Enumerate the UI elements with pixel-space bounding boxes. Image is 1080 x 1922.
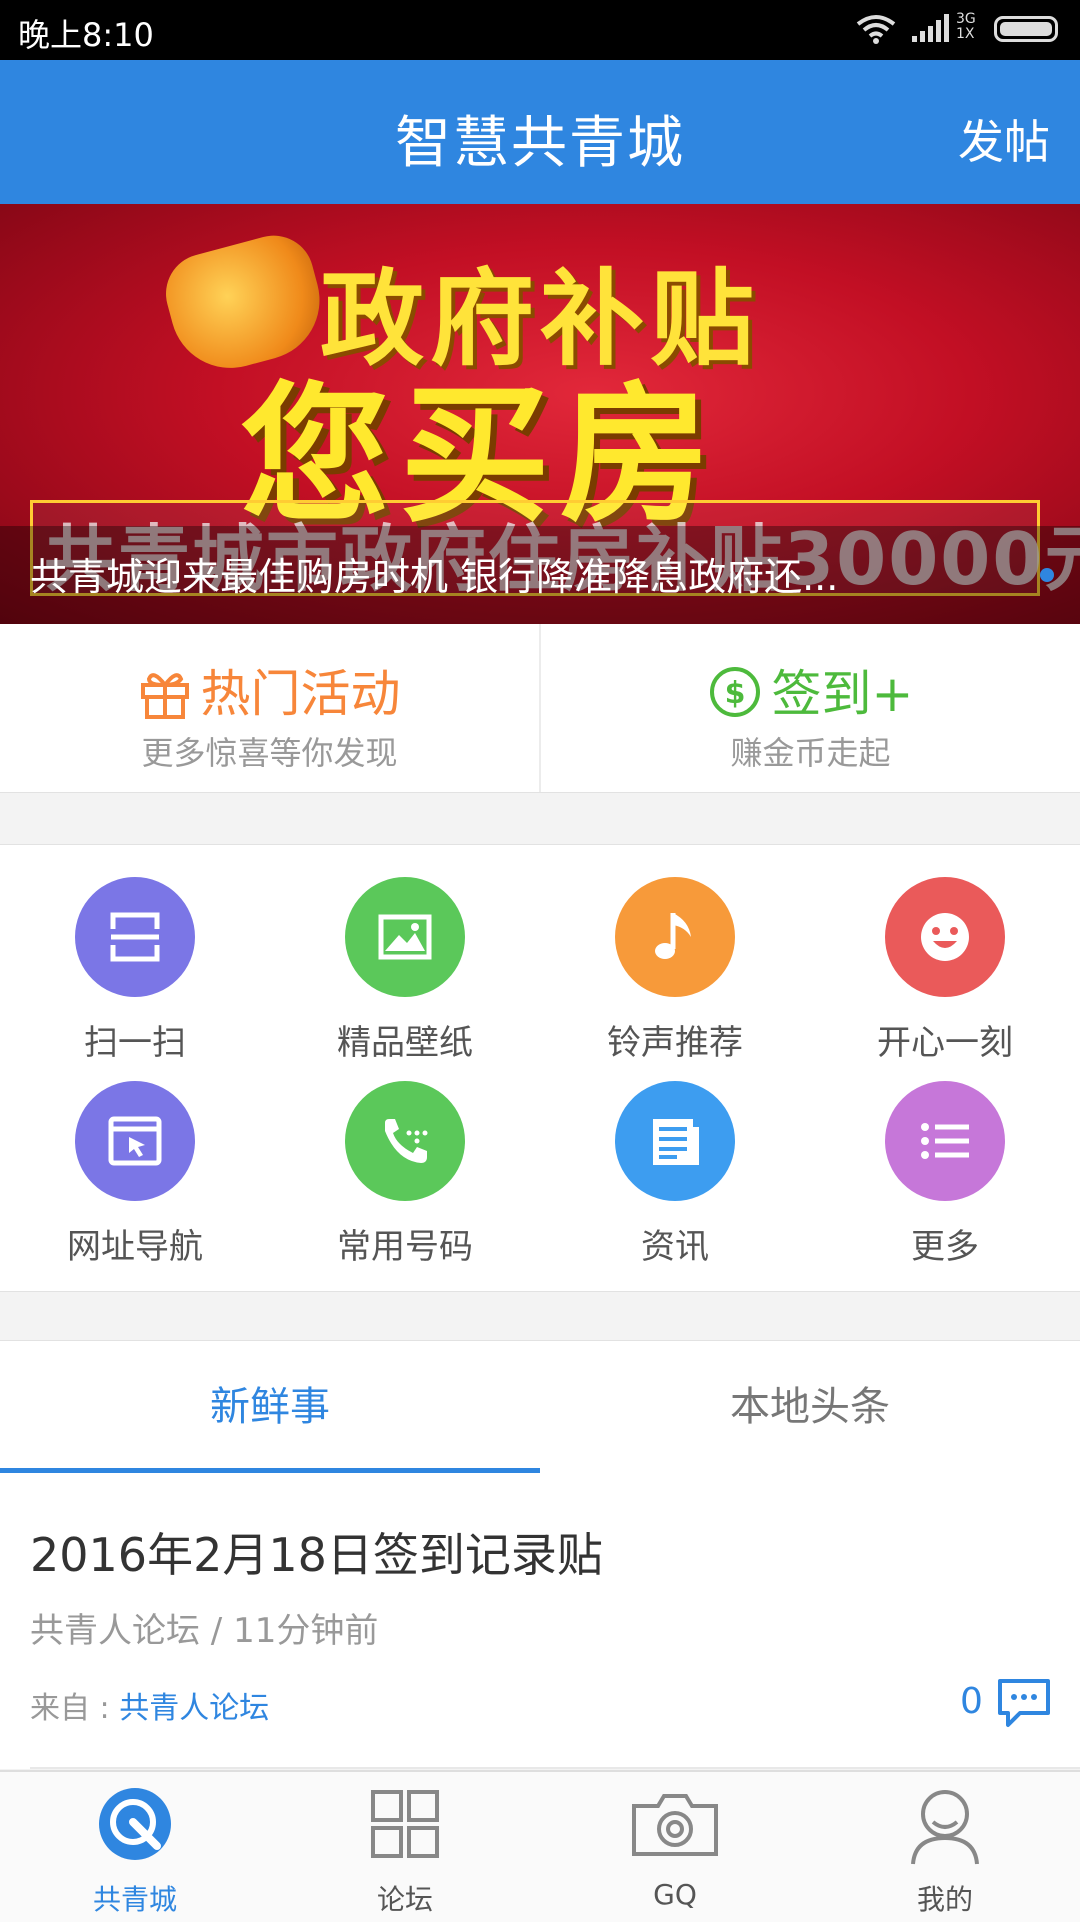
scan-icon (75, 877, 195, 997)
grid-item-fun[interactable]: 开心一刻 (810, 877, 1080, 1077)
battery-icon (994, 16, 1058, 42)
tab-fresh-news[interactable]: 新鲜事 (0, 1341, 540, 1473)
feed-tabs: 新鲜事 本地头条 (0, 1340, 1080, 1474)
nav-forum[interactable]: 论坛 (270, 1772, 540, 1922)
comment-count: 0 (960, 1681, 983, 1722)
grid-label: 网址导航 (67, 1227, 203, 1267)
signal-icon (912, 14, 952, 48)
tab-local-headlines[interactable]: 本地头条 (540, 1341, 1080, 1473)
nav-label: GQ (653, 1878, 697, 1911)
checkin-subtitle: 赚金币走起 (730, 734, 891, 772)
gift-icon (139, 667, 191, 731)
grid-label: 精品壁纸 (337, 1023, 473, 1063)
banner-caption: 共青城迎来最佳购房时机 银行降准降息政府还... (30, 555, 839, 599)
image-icon (345, 877, 465, 997)
post-source: 来自 : 共青人论坛 (30, 1683, 269, 1727)
quick-access-grid: 扫一扫 精品壁纸 铃声推荐 开心一刻 网址导航 常用号码 资讯 更多 (0, 844, 1080, 1292)
hot-activity-subtitle: 更多惊喜等你发现 (141, 734, 398, 772)
nav-mine[interactable]: 我的 (810, 1772, 1080, 1922)
hot-activity-card[interactable]: 热门活动 更多惊喜等你发现 (0, 624, 541, 792)
grid-item-scan[interactable]: 扫一扫 (0, 877, 270, 1077)
compass-icon (97, 1786, 173, 1862)
list-icon (885, 1081, 1005, 1201)
phone-icon (345, 1081, 465, 1201)
smiley-icon (885, 877, 1005, 997)
carousel-indicator (1040, 568, 1054, 582)
checkin-title: 签到+ (771, 665, 914, 723)
banner-carousel[interactable]: 政府补贴 您买房 共青城市政府住房补贴30000元 共青城迎来最佳购房时机 银行… (0, 204, 1080, 624)
grid-label: 常用号码 (337, 1227, 473, 1267)
post-title[interactable]: 2016年2月18日签到记录贴 (30, 1519, 603, 1585)
svg-text:$: $ (724, 676, 745, 711)
status-bar: 晚上8:10 3G 1X (0, 0, 1080, 60)
grid-item-news[interactable]: 资讯 (540, 1081, 810, 1281)
promo-row: 热门活动 更多惊喜等你发现 $ 签到+ 赚金币走起 (0, 624, 1080, 793)
dollar-coin-icon: $ (708, 665, 762, 731)
news-icon (615, 1081, 735, 1201)
post-meta: 共青人论坛 / 11分钟前 (30, 1611, 379, 1651)
grid-label: 资讯 (641, 1227, 709, 1267)
status-time: 晚上8:10 (18, 16, 154, 54)
divider (30, 1767, 1080, 1769)
hot-activity-title: 热门活动 (200, 665, 401, 723)
comment-icon[interactable] (994, 1675, 1054, 1733)
grid-item-ringtone[interactable]: 铃声推荐 (540, 877, 810, 1077)
grid-label: 开心一刻 (877, 1023, 1013, 1063)
nav-gq[interactable]: GQ (540, 1772, 810, 1922)
grid-item-more[interactable]: 更多 (810, 1081, 1080, 1281)
app-title: 智慧共青城 (395, 111, 685, 176)
user-icon (907, 1786, 983, 1865)
nav-label: 论坛 (376, 1883, 433, 1916)
music-note-icon (615, 877, 735, 997)
grid-label: 铃声推荐 (607, 1023, 743, 1063)
grid-item-web-nav[interactable]: 网址导航 (0, 1081, 270, 1281)
browser-icon (75, 1081, 195, 1201)
app-bar: 智慧共青城 发帖 (0, 60, 1080, 204)
bottom-nav: 共青城 论坛 GQ 我的 (0, 1770, 1080, 1922)
grid-item-phone[interactable]: 常用号码 (270, 1081, 540, 1281)
grid-label: 更多 (911, 1227, 979, 1267)
list-item[interactable]: 2016年2月18日签到记录贴 共青人论坛 / 11分钟前 来自 : 共青人论坛… (0, 1473, 1080, 1769)
source-link[interactable]: 共青人论坛 (119, 1691, 269, 1726)
nav-label: 共青城 (92, 1883, 177, 1916)
nav-gongqingcheng[interactable]: 共青城 (0, 1772, 270, 1922)
grid-icon (367, 1786, 443, 1862)
from-label: 来自 : (30, 1691, 110, 1726)
wifi-icon (856, 14, 896, 48)
grid-item-wallpaper[interactable]: 精品壁纸 (270, 877, 540, 1077)
checkin-card[interactable]: $ 签到+ 赚金币走起 (541, 624, 1080, 792)
post-button[interactable]: 发帖 (958, 106, 1050, 172)
grid-label: 扫一扫 (84, 1023, 186, 1063)
camera-icon (632, 1786, 718, 1862)
nav-label: 我的 (916, 1883, 973, 1916)
network-type: 3G 1X (956, 11, 976, 42)
